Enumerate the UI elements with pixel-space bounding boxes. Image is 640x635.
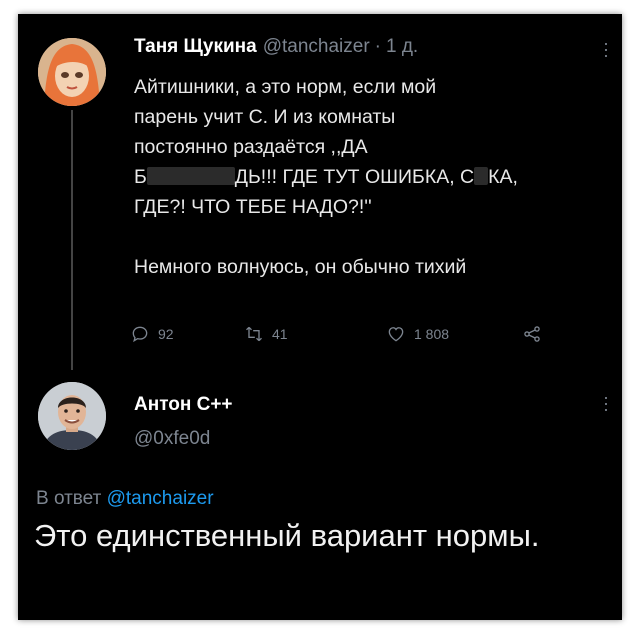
tweet-fragment: ДЬ!!! ГДЕ ТУТ ОШИБКА, С	[234, 166, 475, 188]
tweet-fragment: Б	[134, 166, 147, 188]
reply-icon	[132, 326, 148, 343]
more-options-icon[interactable]: · · ·	[603, 388, 609, 418]
screenshot-frame: Таня Щукина @tanchaizer · 1 д. · · · Айтишник…	[18, 14, 622, 620]
tweet-fragment: КА,	[488, 166, 518, 188]
author-avatar[interactable]	[38, 38, 106, 106]
like-button[interactable]: 1 808	[386, 324, 449, 344]
censor-blur	[474, 167, 489, 185]
author-handle[interactable]: @tanchaizer	[263, 36, 370, 57]
reply-author-name[interactable]: Антон С++	[134, 394, 233, 416]
retweet-count: 41	[272, 326, 288, 342]
censor-blur	[146, 167, 235, 185]
reply-context: В ответ @tanchaizer	[36, 488, 214, 510]
retweet-icon	[246, 326, 262, 342]
more-options-icon[interactable]: · · ·	[603, 34, 609, 64]
original-tweet[interactable]: Таня Щукина @tanchaizer · 1 д. · · · Айтишник…	[18, 14, 622, 376]
tweet-line: парень учит С. И из комнаты	[134, 106, 396, 128]
reply-author-avatar[interactable]	[38, 382, 106, 450]
tweet-line: Айтишники, а это норм, если мой	[134, 76, 437, 98]
share-icon	[524, 326, 540, 342]
thread-line	[71, 110, 73, 370]
reply-text: Это единственный вариант нормы.	[34, 518, 540, 553]
reply-count: 92	[158, 326, 174, 342]
reply-author-handle[interactable]: @0xfe0d	[134, 428, 210, 450]
like-count: 1 808	[414, 326, 450, 342]
tweet-text: Айтишники, а это норм, если мой парень у…	[134, 72, 604, 282]
author-name[interactable]: Таня Щукина	[134, 36, 257, 57]
tweet-line: Немного волнуюсь, он обычно тихий	[134, 256, 467, 278]
like-icon	[388, 327, 404, 342]
reply-prefix: В ответ	[36, 488, 102, 509]
tweet-line: Б ДЬ!!! ГДЕ ТУТ ОШИБКА, С КА,	[134, 162, 604, 192]
share-button[interactable]	[522, 324, 542, 344]
tweet-line: постоянно раздаётся ,,ДА	[134, 136, 368, 158]
tweet-line: ГДЕ?! ЧТО ТЕБЕ НАДО?!''	[134, 196, 372, 218]
reply-button[interactable]: 92	[130, 324, 174, 344]
tweet-header: Таня Щукина @tanchaizer · 1 д.	[134, 36, 418, 58]
tweet-time[interactable]: 1 д.	[386, 36, 418, 57]
tweet-actions: 92 41 1 808	[130, 324, 550, 350]
header-separator: ·	[374, 36, 381, 57]
reply-to-link[interactable]: @tanchaizer	[107, 488, 214, 509]
retweet-button[interactable]: 41	[244, 324, 288, 344]
